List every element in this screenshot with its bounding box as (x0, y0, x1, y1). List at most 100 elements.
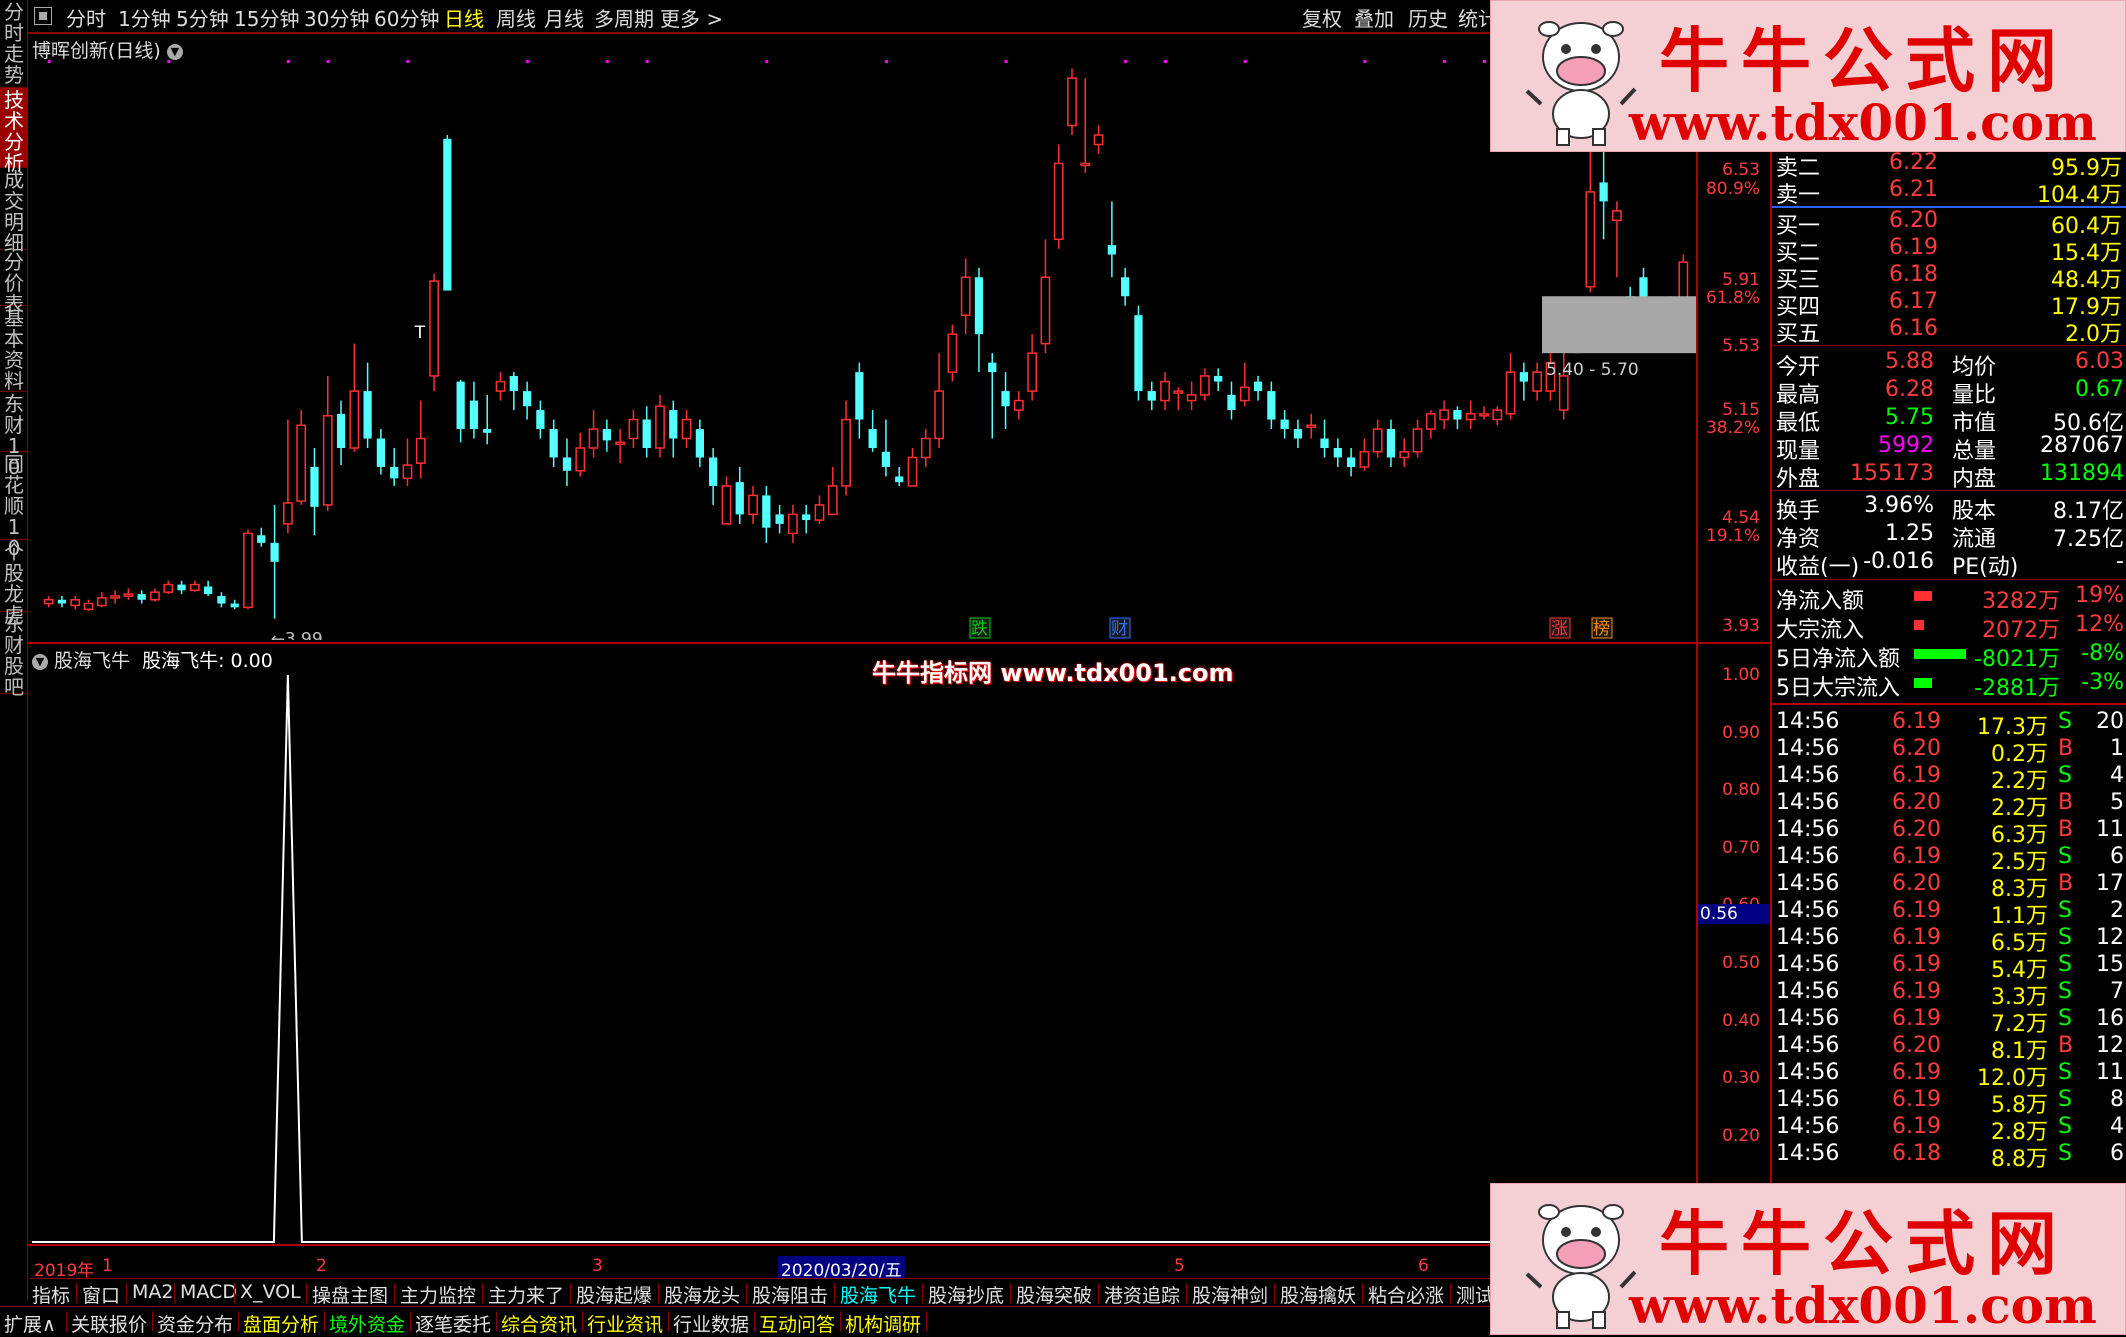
indicator-tab[interactable]: MA2 (132, 1281, 173, 1303)
tick-side: S (2058, 763, 2072, 788)
candle-body-up (1439, 409, 1449, 421)
tick-price: 6.19 (1892, 763, 1941, 788)
candle-body-up (615, 441, 625, 446)
candle (1253, 375, 1263, 401)
candle-body-up (243, 532, 253, 609)
candlestick-chart[interactable]: 5.40 - 5.70 ←3.99 T 跌 财 涨 榜 (30, 34, 1696, 640)
indicator-tab[interactable]: 股海抄底 (928, 1281, 1004, 1308)
candle (920, 429, 931, 467)
period-tab[interactable]: 分时 (66, 3, 106, 32)
extension-tab[interactable]: 境外资金 (329, 1310, 405, 1337)
candle (974, 267, 984, 373)
extension-tab[interactable]: 逐笔委托 (415, 1310, 491, 1337)
extension-tab[interactable]: 行业数据 (673, 1310, 749, 1337)
indicator-tab[interactable]: MACD (180, 1281, 237, 1303)
candle-body-down (257, 535, 266, 543)
signal-dot (526, 60, 530, 63)
tick-row: 14:56 6.19 1.1万 S 2 (1772, 898, 2126, 929)
brand-name: 牛牛公式网 (1659, 19, 2069, 102)
indicator-tab[interactable]: 港资追踪 (1104, 1281, 1180, 1308)
indicator-tab[interactable]: 股海神剑 (1192, 1281, 1268, 1308)
candle-body-up (43, 599, 54, 605)
period-tab[interactable]: 5分钟 (176, 3, 229, 32)
history-button[interactable]: 历史 (1408, 3, 1448, 32)
indicator-tab[interactable]: 主力来了 (488, 1281, 564, 1308)
cow-mascot-logo (1525, 1204, 1637, 1329)
extension-tab[interactable]: 互动问答 (759, 1310, 835, 1337)
tick-row: 14:56 6.20 8.3万 B 17 (1772, 871, 2126, 902)
tab-divider (840, 1311, 841, 1331)
extension-tab[interactable]: 综合资讯 (501, 1310, 577, 1337)
period-tab-active[interactable]: 日线 (444, 3, 484, 32)
candle-body-up (1492, 409, 1503, 421)
tick-count: 1 (2110, 736, 2124, 761)
extension-tab[interactable]: 行业资讯 (587, 1310, 663, 1337)
period-tab[interactable]: 1分钟 (118, 3, 171, 32)
period-tab[interactable]: 30分钟 (304, 3, 369, 32)
candle-body-up (402, 464, 413, 480)
period-tab[interactable]: 月线 (544, 3, 584, 32)
left-tab[interactable]: 技术分析 (0, 88, 28, 174)
tick-price: 6.19 (1892, 1087, 1941, 1112)
candle (775, 504, 784, 534)
extension-tab[interactable]: 机构调研 (845, 1310, 921, 1337)
flow-label: 5日大宗流入 (1776, 676, 1900, 701)
extension-tab[interactable]: 盘面分析 (243, 1310, 319, 1337)
candle-body-up (189, 583, 200, 592)
indicator-tab[interactable]: 窗口 (82, 1281, 120, 1308)
indicator-tab[interactable]: 股海突破 (1016, 1281, 1092, 1308)
indicator-tab[interactable]: 粘合必涨 (1368, 1281, 1444, 1308)
adjust-button[interactable]: 复权 (1302, 3, 1342, 32)
overlay-button[interactable]: 叠加 (1354, 3, 1394, 32)
indicator-tab[interactable]: 股海擒妖 (1280, 1281, 1356, 1308)
indicator-tab[interactable]: 主力监控 (400, 1281, 476, 1308)
left-tab[interactable]: 东财股吧 (0, 612, 28, 698)
tick-count: 16 (2096, 1006, 2124, 1031)
candle (934, 353, 944, 448)
candle (575, 432, 586, 477)
indicator-tab[interactable]: 股海阻击 (752, 1281, 828, 1308)
candle (1333, 438, 1342, 467)
candle-body-up (788, 513, 798, 535)
stat-row: 今开 5.88 均价 6.03 (1772, 349, 2126, 380)
tick-side: B (2058, 817, 2074, 842)
flow-bar (1914, 591, 1932, 601)
candle-body-down (988, 362, 997, 373)
indicator-tab[interactable]: 指标 (32, 1281, 70, 1308)
indicator-tab[interactable]: 操盘主图 (312, 1281, 388, 1308)
left-tab[interactable]: 分时走势 (0, 0, 28, 88)
tab-divider (152, 1311, 153, 1331)
flow-value: 2072万 (1982, 618, 2060, 643)
left-tab[interactable]: 东财10 (0, 392, 28, 478)
left-tab[interactable]: 成交明细 (0, 168, 28, 254)
left-tab[interactable]: 个股龙虎 (0, 540, 28, 626)
left-tab[interactable]: 基本资料 (0, 306, 28, 392)
indicator-tab[interactable]: 股海飞牛 (840, 1281, 916, 1308)
period-tab[interactable]: 60分钟 (374, 3, 439, 32)
indicator-tab[interactable]: X_VOL (240, 1281, 301, 1303)
indicator-tab[interactable]: 股海起爆 (576, 1281, 652, 1308)
candle-body-down (483, 429, 492, 433)
candle-body-up (1053, 162, 1064, 241)
indicator-chart[interactable] (30, 645, 1696, 1245)
indicator-tab[interactable]: 股海龙头 (664, 1281, 740, 1308)
extension-tab[interactable]: 关联报价 (71, 1310, 147, 1337)
candle (615, 429, 625, 464)
period-tab[interactable]: 多周期 (594, 3, 654, 32)
candle-body-down (1333, 448, 1342, 458)
candle (204, 580, 213, 596)
left-tab[interactable]: 分价表 (0, 250, 28, 315)
stat-label: 收益(一) (1776, 555, 1860, 580)
left-tab[interactable]: 同花顺10 (0, 452, 28, 559)
tab-divider (496, 1311, 497, 1331)
extension-tab[interactable]: 资金分布 (157, 1310, 233, 1337)
candle-body-down (230, 603, 239, 608)
candle (960, 258, 971, 335)
toolbar-menu-icon[interactable] (34, 7, 52, 25)
candle-body-up (1027, 352, 1037, 392)
more-periods-button[interactable]: 更多 > (660, 3, 723, 32)
period-tab[interactable]: 15分钟 (234, 3, 299, 32)
order-book-row: 买四 6.17 17.9万 (1772, 289, 2126, 320)
period-tab[interactable]: 周线 (496, 3, 536, 32)
extension-tab[interactable]: 扩展∧ (4, 1310, 56, 1337)
